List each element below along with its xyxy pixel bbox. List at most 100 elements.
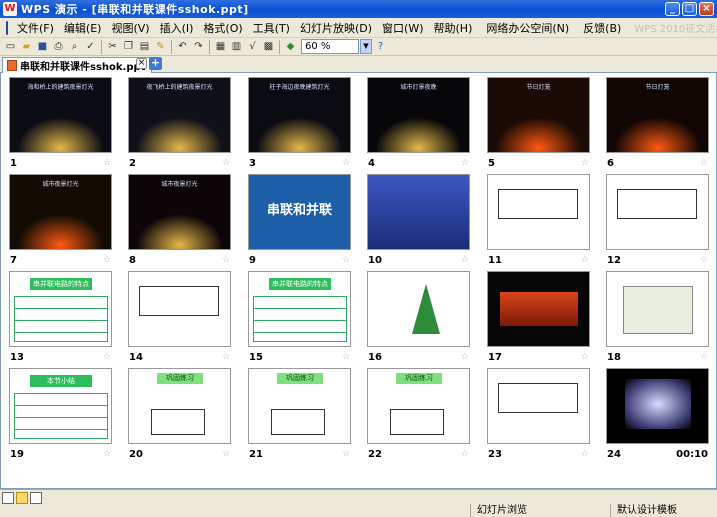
- new-file-icon[interactable]: ▭: [3, 40, 18, 54]
- slide-thumbnail-24[interactable]: 24 00:10: [598, 368, 716, 460]
- paste-icon[interactable]: ▤: [137, 40, 152, 54]
- slide-thumbnail-3[interactable]: 柱子海边夜晚建筑灯光 3 ☆: [240, 77, 358, 169]
- slide-thumbnail-18[interactable]: 18 ☆: [598, 271, 716, 363]
- transition-star-icon[interactable]: ☆: [581, 255, 589, 265]
- transition-star-icon[interactable]: ☆: [342, 352, 350, 362]
- transition-star-icon[interactable]: ☆: [222, 158, 230, 168]
- slide-thumbnail-7[interactable]: 城市夜景灯光 7 ☆: [1, 174, 119, 266]
- close-tab-icon[interactable]: ×: [136, 58, 147, 69]
- slide-thumbnail-10[interactable]: 10 ☆: [359, 174, 477, 266]
- slide-preview[interactable]: 本节小结: [9, 368, 112, 444]
- slide-thumbnail-19[interactable]: 本节小结 19 ☆: [1, 368, 119, 460]
- slide-preview[interactable]: 巩固练习: [128, 368, 231, 444]
- normal-view-button[interactable]: [2, 492, 14, 504]
- print-icon[interactable]: ⎙: [51, 40, 66, 54]
- slide-preview[interactable]: 海和桥上的建筑夜景灯光: [9, 77, 112, 153]
- transition-star-icon[interactable]: ☆: [103, 449, 111, 459]
- menu-item[interactable]: 帮助(H): [429, 18, 478, 37]
- zoom-dropdown-icon[interactable]: ▼: [360, 39, 372, 54]
- grid-icon[interactable]: ▩: [261, 40, 276, 54]
- new-tab-icon[interactable]: +: [149, 57, 162, 70]
- transition-star-icon[interactable]: ☆: [700, 352, 708, 362]
- transition-star-icon[interactable]: ☆: [700, 158, 708, 168]
- slide-preview[interactable]: 串并联电路的特点: [9, 271, 112, 347]
- color-icon[interactable]: ◆: [283, 40, 298, 54]
- news-ticker[interactable]: WPS 2010征文活动第二期启动：插件大...: [634, 20, 717, 35]
- slide-preview[interactable]: [606, 174, 709, 250]
- undo-icon[interactable]: ↶: [175, 40, 190, 54]
- menu-item[interactable]: 工具(T): [248, 18, 295, 37]
- slide-thumbnail-15[interactable]: 串并联电路的特点 15 ☆: [240, 271, 358, 363]
- menu-item[interactable]: 格式(O): [198, 18, 247, 37]
- transition-star-icon[interactable]: ☆: [342, 449, 350, 459]
- slide-thumbnail-22[interactable]: 巩固练习 22 ☆: [359, 368, 477, 460]
- slide-preview[interactable]: 巩固练习: [248, 368, 351, 444]
- slide-preview[interactable]: 城市夜景灯光: [9, 174, 112, 250]
- slide-preview[interactable]: 夜飞桥上的建筑夜景灯光: [128, 77, 231, 153]
- slide-sorter-view-button[interactable]: [16, 492, 28, 504]
- slide-thumbnail-23[interactable]: 23 ☆: [479, 368, 597, 460]
- copy-icon[interactable]: ❐: [121, 40, 136, 54]
- slide-thumbnail-6[interactable]: 节日灯笼 6 ☆: [598, 77, 716, 169]
- slide-preview[interactable]: [487, 271, 590, 347]
- transition-star-icon[interactable]: ☆: [103, 352, 111, 362]
- slide-thumbnail-9[interactable]: 串联和并联 9 ☆: [240, 174, 358, 266]
- menu-item[interactable]: 反馈(B): [578, 18, 626, 37]
- slide-preview[interactable]: 节日灯笼: [487, 77, 590, 153]
- slide-thumbnail-16[interactable]: 16 ☆: [359, 271, 477, 363]
- transition-star-icon[interactable]: ☆: [103, 158, 111, 168]
- transition-star-icon[interactable]: ☆: [103, 255, 111, 265]
- zoom-input[interactable]: 60 %: [301, 39, 359, 54]
- slide-thumbnail-11[interactable]: 11 ☆: [479, 174, 597, 266]
- format-painter-icon[interactable]: ✎: [153, 40, 168, 54]
- document-tab[interactable]: 串联和并联课件sshok.ppt: [2, 57, 153, 73]
- slide-preview[interactable]: 柱子海边夜晚建筑灯光: [248, 77, 351, 153]
- transition-star-icon[interactable]: ☆: [581, 352, 589, 362]
- slide-preview[interactable]: [128, 271, 231, 347]
- slide-preview[interactable]: [487, 368, 590, 444]
- cut-icon[interactable]: ✂: [105, 40, 120, 54]
- menu-item[interactable]: 编辑(E): [59, 18, 107, 37]
- maximize-button[interactable]: □: [682, 2, 697, 16]
- slide-preview[interactable]: [487, 174, 590, 250]
- print-preview-icon[interactable]: ⌕: [67, 40, 82, 54]
- slide-preview[interactable]: [367, 271, 470, 347]
- transition-star-icon[interactable]: ☆: [342, 255, 350, 265]
- minimize-button[interactable]: _: [665, 2, 680, 16]
- slide-thumbnail-20[interactable]: 巩固练习 20 ☆: [120, 368, 238, 460]
- insert-table-icon[interactable]: ▦: [213, 40, 228, 54]
- spellcheck-icon[interactable]: ✓: [83, 40, 98, 54]
- slide-thumbnail-8[interactable]: 城市夜景灯光 8 ☆: [120, 174, 238, 266]
- slide-thumbnail-12[interactable]: 12 ☆: [598, 174, 716, 266]
- transition-star-icon[interactable]: ☆: [222, 449, 230, 459]
- slide-preview[interactable]: 城市夜景灯光: [128, 174, 231, 250]
- insert-formula-icon[interactable]: √: [245, 40, 260, 54]
- insert-chart-icon[interactable]: ▥: [229, 40, 244, 54]
- document-menu-icon[interactable]: [6, 20, 8, 35]
- slide-preview[interactable]: 巩固练习: [367, 368, 470, 444]
- transition-star-icon[interactable]: ☆: [461, 255, 469, 265]
- menu-item[interactable]: 插入(I): [155, 18, 199, 37]
- slide-thumbnail-14[interactable]: 14 ☆: [120, 271, 238, 363]
- transition-star-icon[interactable]: ☆: [700, 255, 708, 265]
- menu-item[interactable]: 文件(F): [12, 18, 59, 37]
- slide-thumbnail-21[interactable]: 巩固练习 21 ☆: [240, 368, 358, 460]
- transition-star-icon[interactable]: ☆: [222, 352, 230, 362]
- menu-item[interactable]: 视图(V): [106, 18, 154, 37]
- slide-thumbnail-1[interactable]: 海和桥上的建筑夜景灯光 1 ☆: [1, 77, 119, 169]
- transition-star-icon[interactable]: ☆: [461, 158, 469, 168]
- slide-thumbnail-17[interactable]: 17 ☆: [479, 271, 597, 363]
- redo-icon[interactable]: ↷: [191, 40, 206, 54]
- slide-preview[interactable]: [606, 368, 709, 444]
- slide-preview[interactable]: 串联和并联: [248, 174, 351, 250]
- slide-preview[interactable]: 节日灯笼: [606, 77, 709, 153]
- slide-thumbnail-13[interactable]: 串并联电路的特点 13 ☆: [1, 271, 119, 363]
- transition-star-icon[interactable]: ☆: [581, 158, 589, 168]
- transition-star-icon[interactable]: ☆: [581, 449, 589, 459]
- menu-item[interactable]: 幻灯片放映(D): [295, 18, 377, 37]
- transition-star-icon[interactable]: ☆: [342, 158, 350, 168]
- menu-item[interactable]: 网络办公空间(N): [481, 18, 574, 37]
- slide-thumbnail-4[interactable]: 城市灯景夜晚 4 ☆: [359, 77, 477, 169]
- open-folder-icon[interactable]: ▰: [19, 40, 34, 54]
- slideshow-view-button[interactable]: [30, 492, 42, 504]
